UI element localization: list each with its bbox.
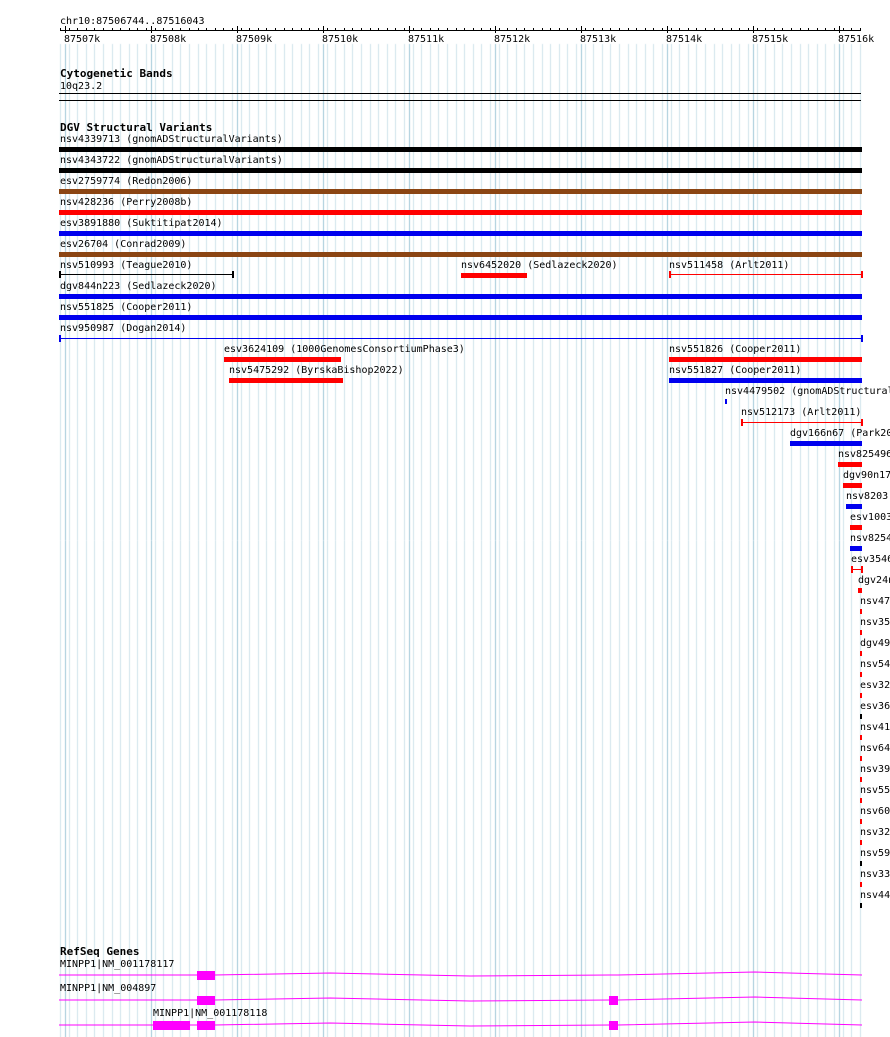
refseq-exon[interactable] [197,996,215,1005]
refseq-exon[interactable] [153,1021,190,1030]
refseq-exon[interactable] [609,996,618,1005]
refseq-intron-line[interactable] [59,971,863,977]
refseq-intron-line[interactable] [59,996,863,1002]
refseq-exon[interactable] [197,1021,215,1030]
refseq-exon[interactable] [609,1021,618,1030]
refseq-gene-models [59,971,863,1030]
refseq-exon[interactable] [197,971,215,980]
